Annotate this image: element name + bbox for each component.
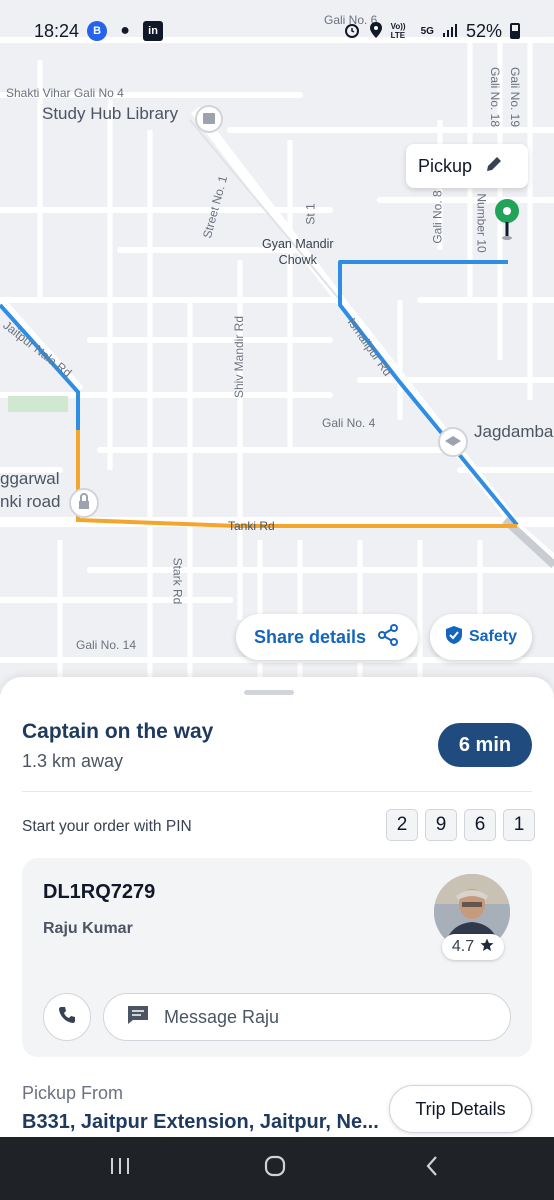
battery-icon: [510, 23, 520, 39]
recent-apps-button[interactable]: [80, 1137, 160, 1200]
map-view[interactable]: Gali No. 6 Shakti Vihar Gali No 4 Study …: [0, 0, 554, 700]
system-nav-bar: [0, 1137, 554, 1200]
vehicle-plate: DL1RQ7279: [43, 881, 156, 903]
pin-digit: 1: [503, 809, 535, 841]
captain-rating: 4.7: [442, 934, 504, 960]
map-label: Shiv Mandir Rd: [232, 315, 247, 399]
trip-details-button[interactable]: Trip Details: [389, 1085, 532, 1133]
phone-icon: [57, 1005, 77, 1030]
b-app-icon: B: [87, 21, 108, 41]
back-button[interactable]: [392, 1137, 472, 1200]
message-input[interactable]: Message Raju: [103, 993, 511, 1041]
captain-name: Raju Kumar: [43, 920, 133, 937]
share-details-button[interactable]: Share details: [236, 614, 418, 660]
map-label: Gali No. 8: [430, 190, 445, 244]
status-time: 18:24: [34, 20, 80, 41]
map-label: ggarwal nki road: [0, 469, 61, 511]
map-label: Jagdamba: [474, 422, 554, 441]
share-icon: [376, 623, 400, 652]
map-label: Stark Rd: [170, 557, 185, 605]
home-icon: [263, 1154, 287, 1183]
captain-card: DL1RQ7279 Raju Kumar 4.7 Message Raju: [22, 858, 532, 1057]
sheet-drag-handle[interactable]: [244, 690, 294, 695]
ride-status-sheet: Captain on the way 1.3 km away 6 min Sta…: [0, 677, 554, 1137]
safety-label: Safety: [468, 628, 518, 645]
safety-button[interactable]: Safety: [430, 614, 532, 660]
map-label: Gali No. 14: [76, 638, 137, 652]
signal-icon: [442, 22, 458, 41]
pickup-chip-label: Pickup: [418, 155, 473, 176]
pickup-address: B331, Jaitpur Extension, Jaitpur, Ne...: [22, 1111, 379, 1133]
battery-percent: 52%: [465, 20, 502, 41]
share-details-label: Share details: [253, 626, 367, 647]
map-label: Gyan Mandir Chowk: [262, 237, 334, 267]
star-icon: [480, 938, 494, 957]
pin-code: 2 9 6 1: [386, 809, 535, 841]
message-placeholder: Message Raju: [164, 1006, 280, 1027]
pin-digit: 6: [464, 809, 496, 841]
status-bar: 18:24 B ● in Vo)) LTE 5G 52%: [0, 0, 554, 62]
map-label: Shakti Vihar Gali No 4: [6, 86, 124, 100]
5g-icon: 5G: [420, 25, 434, 37]
call-button[interactable]: [43, 993, 91, 1041]
pin-digit: 2: [386, 809, 418, 841]
pickup-from-label: Pickup From: [22, 1083, 124, 1103]
map-label: Gali No. 4: [322, 416, 376, 430]
eta-badge: 6 min: [438, 723, 532, 767]
map-label: St 1: [303, 203, 318, 225]
pin-digit: 9: [425, 809, 457, 841]
alarm-icon: [343, 21, 361, 42]
captain-distance: 1.3 km away: [22, 751, 124, 771]
map-label: Study Hub Library: [42, 104, 179, 123]
location-icon: [369, 21, 383, 42]
route-line-primary: [338, 260, 519, 527]
pin-label: Start your order with PIN: [22, 818, 192, 835]
pencil-icon[interactable]: [484, 154, 504, 179]
map-label: Gali No. 19: [508, 66, 523, 128]
back-icon: [424, 1154, 440, 1183]
map-label: Number 10: [474, 193, 489, 253]
rating-value: 4.7: [451, 938, 475, 955]
chat-bubble-icon: ●: [120, 22, 130, 39]
recent-apps-icon: [108, 1156, 132, 1181]
ride-status-title: Captain on the way: [22, 720, 214, 743]
divider: [22, 791, 532, 792]
volte-icon: Vo)) LTE: [390, 22, 406, 40]
map-label: Gali No. 18: [488, 66, 503, 128]
map-label: Tanki Rd: [228, 519, 275, 533]
home-button[interactable]: [235, 1137, 315, 1200]
pickup-chip[interactable]: Pickup: [406, 144, 528, 188]
message-icon: [126, 1004, 150, 1031]
linkedin-icon: in: [143, 21, 164, 41]
shield-icon: [445, 625, 463, 650]
